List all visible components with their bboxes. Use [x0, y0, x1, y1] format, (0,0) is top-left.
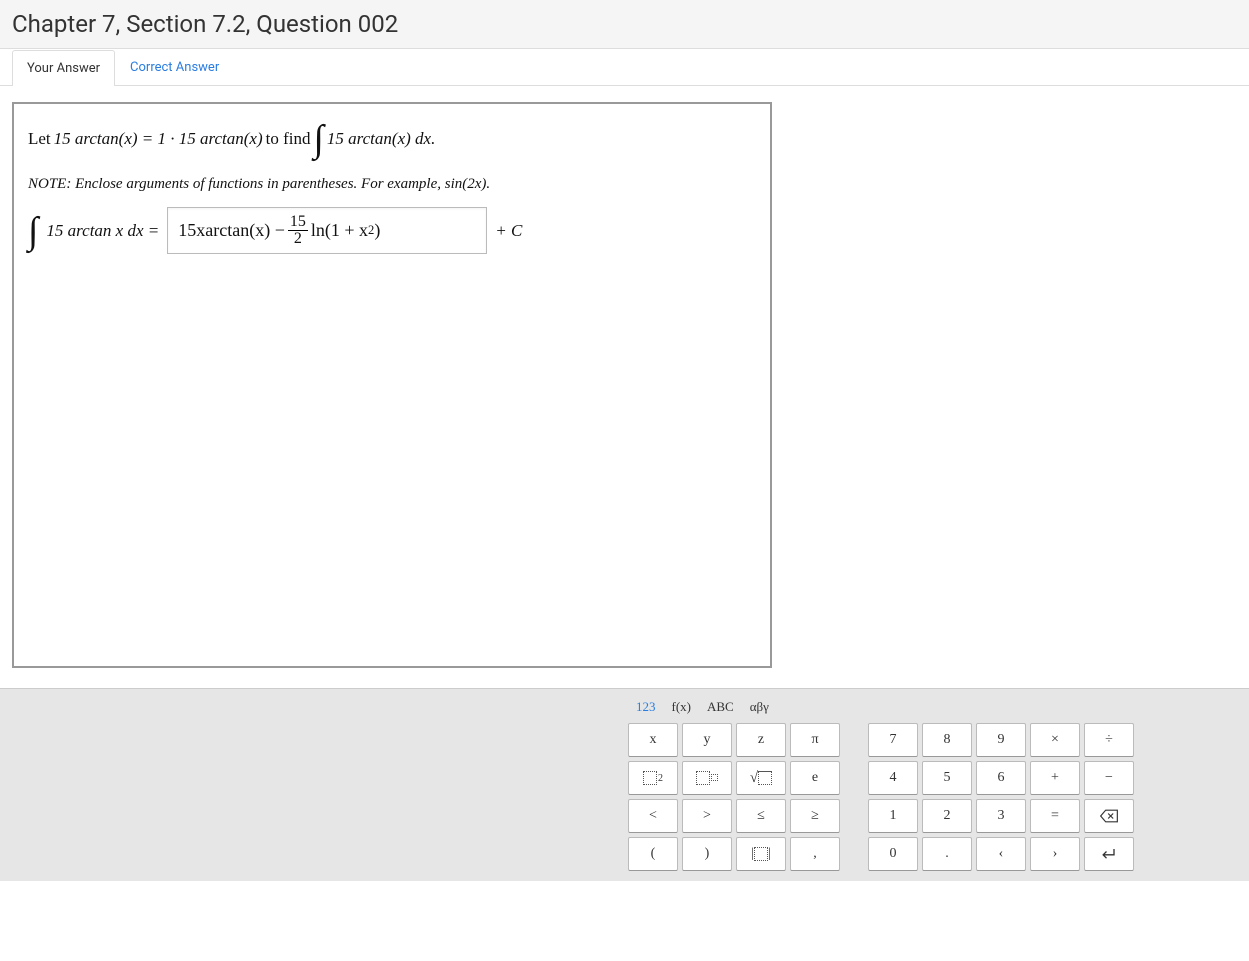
- key-equals[interactable]: =: [1030, 799, 1080, 833]
- placeholder-box-icon: [643, 771, 657, 785]
- key-enter[interactable]: [1084, 837, 1134, 871]
- key-comma[interactable]: ,: [790, 837, 840, 871]
- enter-icon: [1099, 846, 1119, 862]
- answer-line: ∫ 15 arctan x dx = 15xarctan(x) − 15 2 l…: [28, 207, 756, 254]
- keypad-tab-123[interactable]: 123: [636, 699, 656, 715]
- prompt-prefix: Let: [28, 129, 51, 149]
- key-x[interactable]: x: [628, 723, 678, 757]
- key-minus[interactable]: −: [1084, 761, 1134, 795]
- tab-your-answer[interactable]: Your Answer: [12, 50, 115, 86]
- answer-input[interactable]: 15xarctan(x) − 15 2 ln(1 + x 2): [167, 207, 487, 254]
- key-3[interactable]: 3: [976, 799, 1026, 833]
- key-power[interactable]: [682, 761, 732, 795]
- placeholder-box-icon: [758, 771, 772, 785]
- placeholder-box-icon: [754, 847, 768, 861]
- key-multiply[interactable]: ×: [1030, 723, 1080, 757]
- question-box: Let 15 arctan(x) = 1 · 15 arctan(x) to f…: [12, 102, 772, 668]
- key-less-equal[interactable]: ≤: [736, 799, 786, 833]
- placeholder-box-icon: [696, 771, 710, 785]
- answer-part1: 15xarctan(x) −: [178, 220, 285, 241]
- keypad-tab-fx[interactable]: f(x): [672, 699, 692, 715]
- key-7[interactable]: 7: [868, 723, 918, 757]
- key-backspace[interactable]: [1084, 799, 1134, 833]
- prompt-mid: to find: [266, 129, 311, 149]
- frac-den: 2: [292, 231, 304, 247]
- answer-fraction: 15 2: [288, 214, 308, 247]
- key-cursor-right[interactable]: ›: [1030, 837, 1080, 871]
- answer-part2: ln(1 + x: [311, 220, 368, 241]
- key-4[interactable]: 4: [868, 761, 918, 795]
- key-right-paren[interactable]: ): [682, 837, 732, 871]
- key-2[interactable]: 2: [922, 799, 972, 833]
- key-greater-equal[interactable]: ≥: [790, 799, 840, 833]
- keypad-tabs: 123 f(x) ABC αβγ: [628, 695, 1239, 723]
- key-e[interactable]: e: [790, 761, 840, 795]
- integral-sign-icon: ∫: [313, 120, 323, 158]
- question-note: NOTE: Enclose arguments of functions in …: [28, 176, 756, 193]
- key-abs[interactable]: ||: [736, 837, 786, 871]
- content-area: Let 15 arctan(x) = 1 · 15 arctan(x) to f…: [0, 86, 1249, 668]
- keypad-tab-abc[interactable]: ABC: [707, 699, 734, 715]
- key-5[interactable]: 5: [922, 761, 972, 795]
- key-dot[interactable]: .: [922, 837, 972, 871]
- key-1[interactable]: 1: [868, 799, 918, 833]
- key-plus[interactable]: +: [1030, 761, 1080, 795]
- key-y[interactable]: y: [682, 723, 732, 757]
- header-bar: Chapter 7, Section 7.2, Question 002: [0, 0, 1249, 49]
- frac-num: 15: [288, 214, 308, 231]
- key-squared[interactable]: 2: [628, 761, 678, 795]
- key-6[interactable]: 6: [976, 761, 1026, 795]
- keypad-tab-greek[interactable]: αβγ: [750, 699, 769, 715]
- question-prompt: Let 15 arctan(x) = 1 · 15 arctan(x) to f…: [28, 120, 756, 158]
- key-sqrt[interactable]: √: [736, 761, 786, 795]
- key-z[interactable]: z: [736, 723, 786, 757]
- key-pi[interactable]: π: [790, 723, 840, 757]
- placeholder-box-icon: [711, 774, 718, 781]
- key-greater-than[interactable]: >: [682, 799, 732, 833]
- key-8[interactable]: 8: [922, 723, 972, 757]
- key-0[interactable]: 0: [868, 837, 918, 871]
- backspace-icon: [1099, 808, 1119, 824]
- math-keypad: 123 f(x) ABC αβγ x y z π 7 8 9 × ÷ 2 √: [0, 688, 1249, 881]
- key-divide[interactable]: ÷: [1084, 723, 1134, 757]
- prompt-integrand: 15 arctan(x) dx.: [327, 129, 435, 149]
- tab-correct-answer[interactable]: Correct Answer: [115, 49, 234, 85]
- key-9[interactable]: 9: [976, 723, 1026, 757]
- integral-sign-icon: ∫: [28, 212, 38, 250]
- key-cursor-left[interactable]: ‹: [976, 837, 1026, 871]
- plus-c: + C: [495, 221, 522, 241]
- key-less-than[interactable]: <: [628, 799, 678, 833]
- page-title: Chapter 7, Section 7.2, Question 002: [12, 10, 1237, 38]
- answer-part3: ): [374, 220, 380, 241]
- answer-label: 15 arctan x dx =: [46, 221, 159, 241]
- key-left-paren[interactable]: (: [628, 837, 678, 871]
- answer-tabs: Your Answer Correct Answer: [0, 49, 1249, 86]
- prompt-lhs: 15 arctan(x) = 1 · 15 arctan(x): [54, 129, 263, 149]
